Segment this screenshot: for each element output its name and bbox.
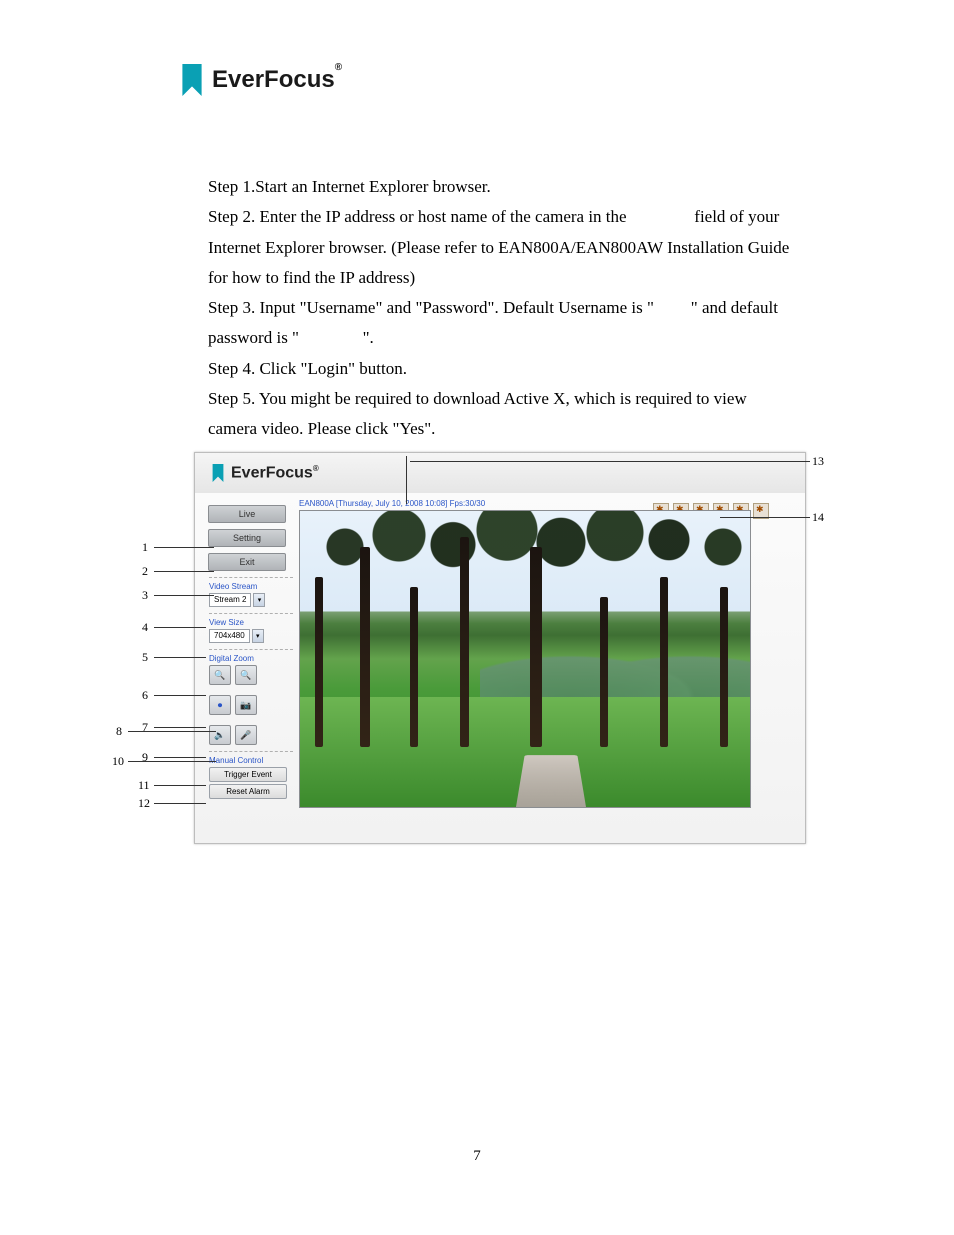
exit-button[interactable]: Exit [208, 553, 286, 571]
speaker-icon[interactable]: 🔈 [209, 725, 231, 745]
callout-2: 2 [142, 564, 148, 579]
brand-logo-icon [176, 64, 208, 96]
page-number: 7 [0, 1148, 954, 1165]
callout-12: 12 [138, 796, 150, 811]
manual-control-label: Manual Control [209, 751, 293, 765]
callout-7: 7 [142, 720, 148, 735]
callout-1: 1 [142, 540, 148, 555]
ui-window: EverFocus® Live Setting Exit Video Strea… [194, 452, 806, 844]
zoom-out-icon[interactable]: 🔍 [235, 665, 257, 685]
callout-8: 8 [116, 724, 122, 739]
step-5: Step 5. You might be required to downloa… [208, 384, 798, 445]
live-button[interactable]: Live [208, 505, 286, 523]
video-frame [299, 510, 751, 808]
mic-icon[interactable]: 🎤 [235, 725, 257, 745]
snapshot-icon[interactable]: 📷 [235, 695, 257, 715]
step-2: Step 2. Enter the IP address or host nam… [208, 202, 798, 293]
callout-13-vertical [406, 456, 407, 504]
video-stream-value: Stream 2 [209, 593, 251, 607]
callout-14: 14 [812, 510, 824, 525]
view-size-value: 704x480 [209, 629, 250, 643]
step-4: Step 4. Click "Login" button. [208, 354, 798, 384]
view-size-label: View Size [209, 613, 293, 627]
ui-brand-logo-icon [209, 464, 227, 482]
callout-4: 4 [142, 620, 148, 635]
ui-brand-bar: EverFocus® [195, 453, 805, 493]
chevron-down-icon[interactable]: ▾ [252, 629, 264, 643]
callout-3: 3 [142, 588, 148, 603]
step-1: Step 1.Start an Internet Explorer browse… [208, 172, 798, 202]
video-stream-select[interactable]: Stream 2 ▾ [209, 593, 293, 607]
step-3: Step 3. Input "Username" and "Password".… [208, 293, 798, 354]
chevron-down-icon[interactable]: ▾ [253, 593, 265, 607]
callout-10: 10 [112, 754, 124, 769]
record-icon[interactable]: ⏺ [209, 695, 231, 715]
setting-button[interactable]: Setting [208, 529, 286, 547]
video-stream-label: Video Stream [209, 577, 293, 591]
trigger-event-button[interactable]: Trigger Event [209, 767, 287, 782]
callout-11: 11 [138, 778, 150, 793]
viewer-pane: EAN800A [Thursday, July 10, 2008 10:08] … [299, 493, 805, 808]
digital-zoom-label: Digital Zoom [209, 649, 293, 663]
ui-brand-name: EverFocus® [231, 464, 319, 482]
callout-13: 13 [812, 454, 824, 469]
brand-name: EverFocus® [212, 66, 342, 94]
view-size-select[interactable]: 704x480 ▾ [209, 629, 293, 643]
zoom-in-icon[interactable]: 🔍 [209, 665, 231, 685]
instructions: Step 1.Start an Internet Explorer browse… [208, 172, 798, 475]
callout-6: 6 [142, 688, 148, 703]
page-brand: EverFocus® [176, 64, 342, 96]
callout-5: 5 [142, 650, 148, 665]
callout-9: 9 [142, 750, 148, 765]
reset-alarm-button[interactable]: Reset Alarm [209, 784, 287, 799]
